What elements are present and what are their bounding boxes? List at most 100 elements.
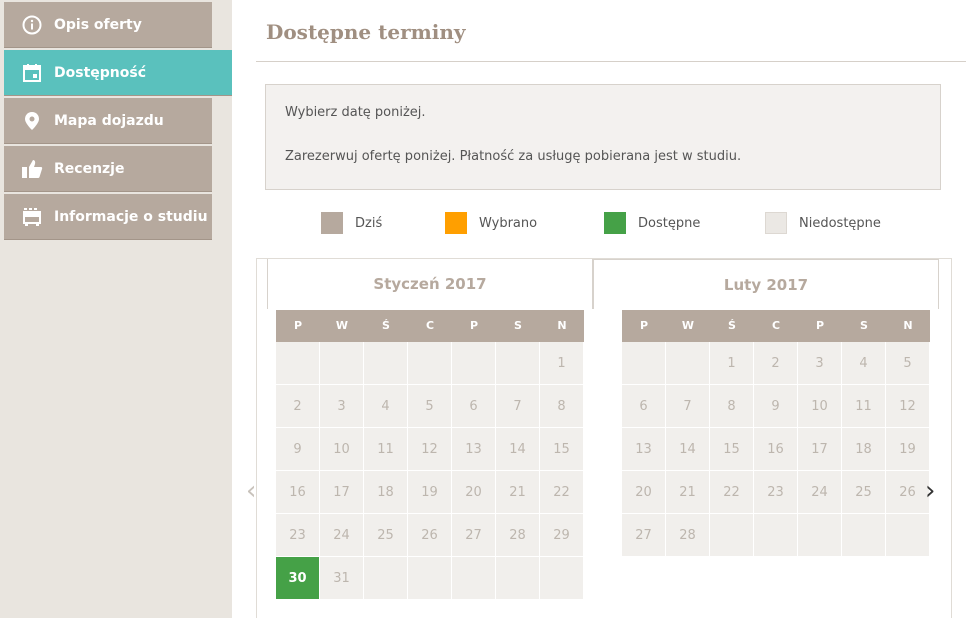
sidebar-item-label: Informacje o studiu — [54, 208, 208, 225]
day-cell-unavailable: 4 — [364, 385, 408, 428]
title-divider — [256, 61, 966, 62]
weekday-label: C — [425, 319, 435, 332]
day-cell-unavailable: 22 — [710, 471, 754, 514]
chevron-right-icon[interactable]: › — [925, 476, 935, 506]
day-cell-unavailable: 1 — [710, 342, 754, 385]
chevron-left-icon[interactable]: ‹ — [246, 476, 256, 506]
day-cell-unavailable: 13 — [452, 428, 496, 471]
empty-day-cell — [886, 514, 930, 557]
weekday-header-february: PWŚCPSN — [622, 310, 930, 342]
info-box: Wybierz datę poniżej. Zarezerwuj ofertę … — [265, 84, 941, 190]
map-pin-icon — [20, 109, 44, 133]
day-cell-unavailable: 25 — [842, 471, 886, 514]
day-cell-unavailable: 21 — [496, 471, 540, 514]
day-cell-unavailable: 31 — [320, 557, 364, 600]
weekday-label: S — [860, 319, 868, 332]
day-cell-unavailable: 20 — [452, 471, 496, 514]
sidebar: Opis oferty Dostępność Mapa dojazdu Rece… — [0, 0, 256, 618]
day-cell-unavailable: 8 — [540, 385, 584, 428]
day-cell-unavailable: 8 — [710, 385, 754, 428]
day-cell-unavailable: 26 — [408, 514, 452, 557]
legend-item-today: Dziś — [321, 212, 382, 234]
page-title: Dostępne terminy — [266, 20, 466, 44]
sidebar-item-dostepnosc[interactable]: Dostępność — [4, 50, 256, 96]
legend-item-available: Dostępne — [604, 212, 700, 234]
empty-day-cell — [408, 557, 452, 600]
empty-day-cell — [622, 342, 666, 385]
empty-day-cell — [496, 342, 540, 385]
empty-day-cell — [754, 514, 798, 557]
day-cell-unavailable: 6 — [452, 385, 496, 428]
legend-label: Dostępne — [638, 215, 701, 231]
sidebar-item-mapa-dojazdu[interactable]: Mapa dojazdu — [4, 98, 212, 144]
day-cell-unavailable: 11 — [842, 385, 886, 428]
legend-swatch — [765, 212, 787, 234]
legend-label: Dziś — [355, 215, 383, 231]
day-cell-unavailable: 5 — [408, 385, 452, 428]
day-cell-unavailable: 15 — [540, 428, 584, 471]
empty-day-cell — [710, 514, 754, 557]
day-cell-unavailable: 2 — [276, 385, 320, 428]
month-grid-february: 1 2 3 4 5 6 7 8 9 10 11 12 13 14 15 16 17 18 19 20 21 22 23 24 2… — [622, 342, 930, 557]
empty-day-cell — [364, 342, 408, 385]
day-cell-unavailable: 16 — [276, 471, 320, 514]
day-cell-unavailable: 10 — [798, 385, 842, 428]
weekday-label: W — [681, 319, 695, 332]
day-cell-unavailable: 11 — [364, 428, 408, 471]
legend-swatch — [321, 212, 343, 234]
day-cell-unavailable: 22 — [540, 471, 584, 514]
weekday-label: C — [771, 319, 781, 332]
day-cell-unavailable: 25 — [364, 514, 408, 557]
sidebar-item-label: Mapa dojazdu — [54, 112, 164, 129]
day-cell-unavailable: 7 — [666, 385, 710, 428]
month-title-february: Luty 2017 — [593, 259, 939, 309]
empty-day-cell — [842, 514, 886, 557]
sidebar-item-opis-oferty[interactable]: Opis oferty — [4, 2, 212, 48]
day-cell-unavailable: 1 — [540, 342, 584, 385]
empty-day-cell — [320, 342, 364, 385]
legend-label: Wybrano — [479, 215, 538, 231]
day-cell-unavailable: 14 — [496, 428, 540, 471]
day-cell-unavailable: 3 — [320, 385, 364, 428]
empty-day-cell — [364, 557, 408, 600]
weekday-label: P — [469, 319, 479, 332]
day-cell-unavailable: 13 — [622, 428, 666, 471]
day-cell-unavailable: 2 — [754, 342, 798, 385]
day-cell-unavailable: 5 — [886, 342, 930, 385]
empty-day-cell — [276, 342, 320, 385]
empty-day-cell — [408, 342, 452, 385]
sidebar-item-informacje-o-studiu[interactable]: Informacje o studiu — [4, 194, 212, 240]
weekday-label: Ś — [728, 319, 736, 332]
day-cell-unavailable: 7 — [496, 385, 540, 428]
calendar-legend: Dziś Wybrano Dostępne Niedostępne — [232, 212, 978, 238]
weekday-label: Ś — [382, 319, 390, 332]
weekday-label: P — [815, 319, 825, 332]
empty-day-cell — [452, 557, 496, 600]
day-cell-unavailable: 12 — [886, 385, 930, 428]
empty-day-cell — [666, 342, 710, 385]
day-cell-unavailable: 21 — [666, 471, 710, 514]
empty-day-cell — [540, 557, 584, 600]
legend-swatch — [604, 212, 626, 234]
day-cell-unavailable: 9 — [754, 385, 798, 428]
day-cell-unavailable: 15 — [710, 428, 754, 471]
month-grid-january: 1 2 3 4 5 6 7 8 9 10 11 12 13 14 15 16 17 18 19 20 21 22 23 24 2… — [276, 342, 584, 600]
day-cell-available[interactable]: 30 — [276, 557, 320, 600]
day-cell-unavailable: 27 — [452, 514, 496, 557]
info-line-1: Wybierz datę poniżej. — [285, 105, 426, 120]
day-cell-unavailable: 28 — [666, 514, 710, 557]
sidebar-item-label: Dostępność — [54, 64, 146, 81]
calendar-icon — [20, 61, 44, 85]
day-cell-unavailable: 19 — [408, 471, 452, 514]
legend-swatch — [445, 212, 467, 234]
sidebar-item-label: Opis oferty — [54, 16, 142, 33]
day-cell-unavailable: 6 — [622, 385, 666, 428]
day-cell-unavailable: 23 — [276, 514, 320, 557]
weekday-label: P — [293, 319, 303, 332]
sidebar-item-recenzje[interactable]: Recenzje — [4, 146, 212, 192]
day-cell-unavailable: 29 — [540, 514, 584, 557]
day-cell-unavailable: 17 — [798, 428, 842, 471]
day-cell-unavailable: 14 — [666, 428, 710, 471]
info-icon — [20, 13, 44, 37]
legend-item-selected: Wybrano — [445, 212, 537, 234]
